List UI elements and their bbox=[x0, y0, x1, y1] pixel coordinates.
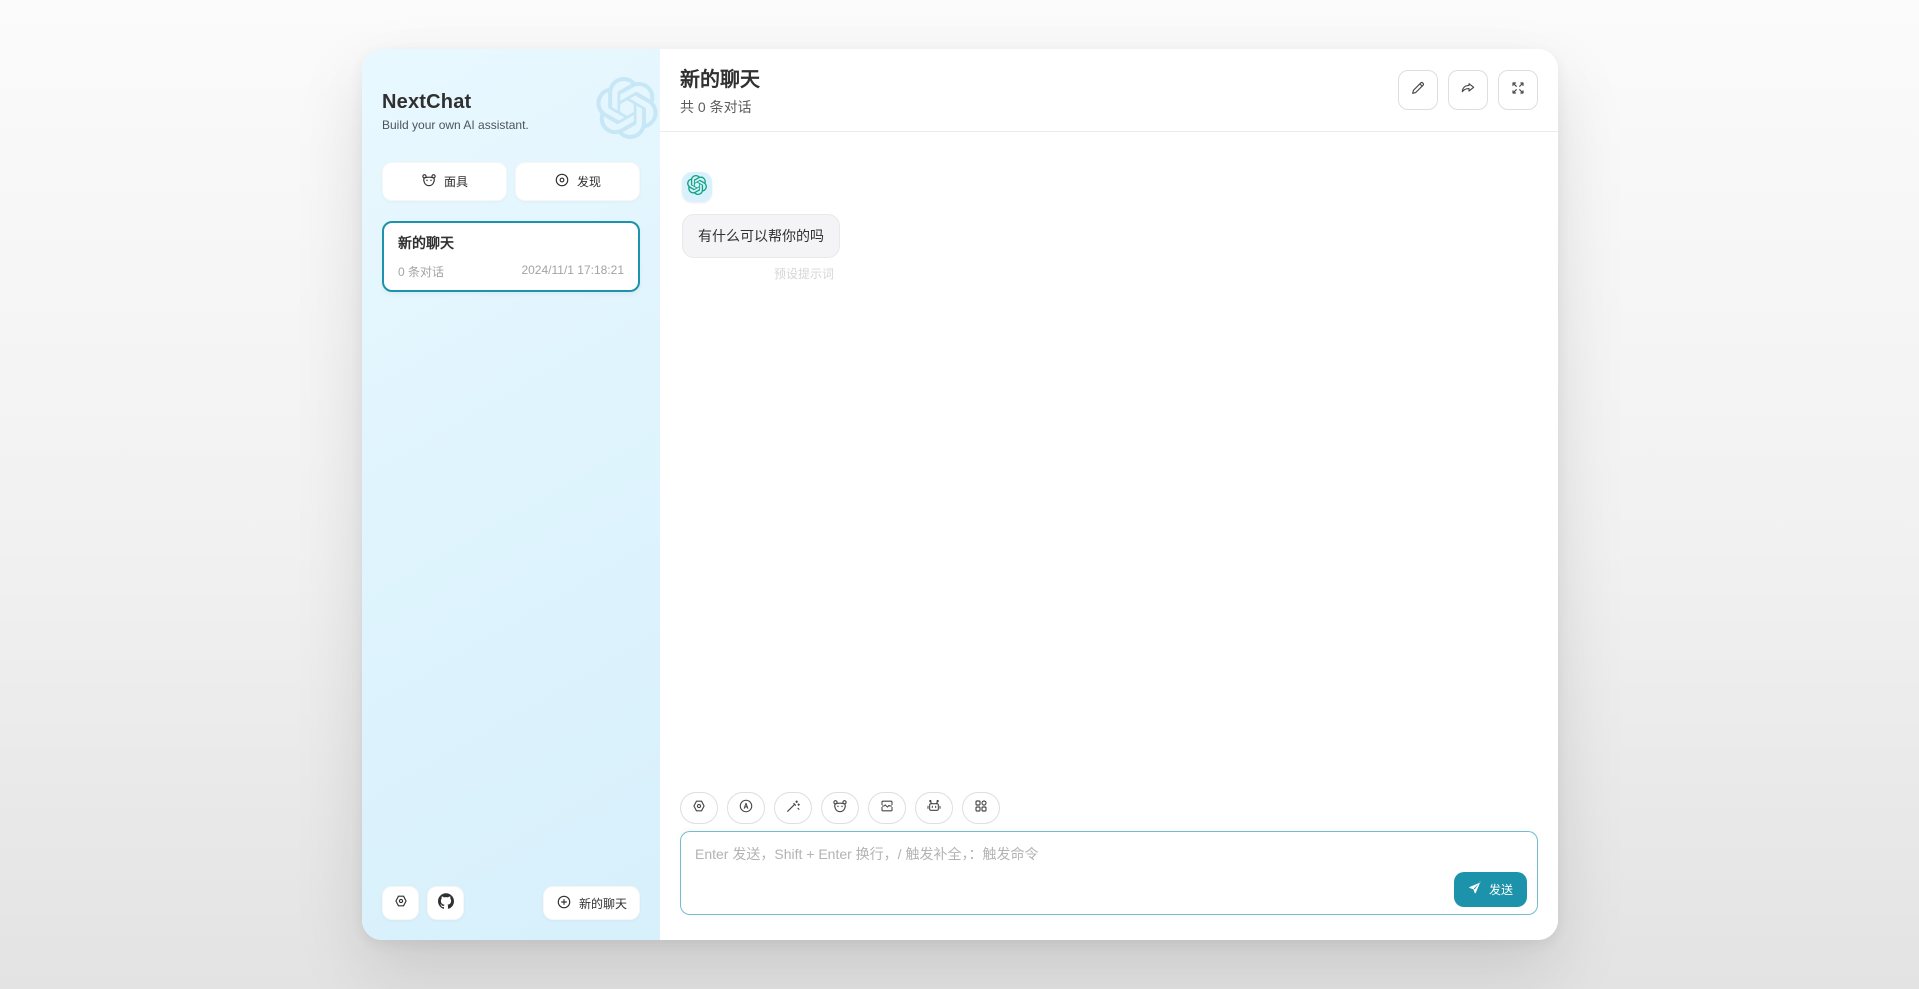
mask-icon bbox=[421, 172, 437, 191]
chat-body: 有什么可以帮你的吗 预设提示词 bbox=[660, 132, 1558, 792]
settings-button[interactable] bbox=[382, 886, 419, 920]
composer-toolbar bbox=[680, 792, 1538, 824]
openai-logo-icon bbox=[687, 175, 707, 200]
plugin-grid-button[interactable] bbox=[962, 792, 1000, 824]
discover-button[interactable]: 发现 bbox=[515, 162, 640, 201]
sidebar-actions: 面具 发现 bbox=[382, 162, 640, 201]
export-icon bbox=[1460, 80, 1476, 101]
rename-button[interactable] bbox=[1398, 70, 1438, 110]
chat-item-count: 0 条对话 bbox=[398, 263, 444, 280]
plugin-grid-icon bbox=[973, 798, 989, 819]
chat-item-title: 新的聊天 bbox=[398, 233, 624, 253]
app-title: NextChat bbox=[382, 91, 640, 114]
settings-icon bbox=[393, 893, 409, 914]
chat-header-actions bbox=[1398, 70, 1538, 110]
github-button[interactable] bbox=[427, 886, 464, 920]
new-chat-button-label: 新的聊天 bbox=[579, 895, 627, 912]
mask-toolbar-button[interactable] bbox=[821, 792, 859, 824]
chat-title[interactable]: 新的聊天 bbox=[680, 63, 760, 92]
github-icon bbox=[438, 893, 454, 914]
chat-list-item-selected[interactable]: 新的聊天 0 条对话 2024/11/1 17:18:21 bbox=[382, 221, 640, 292]
new-chat-button[interactable]: 新的聊天 bbox=[543, 886, 640, 920]
bot-avatar bbox=[682, 172, 712, 202]
mask-button[interactable]: 面具 bbox=[382, 162, 507, 201]
chat-item-timestamp: 2024/11/1 17:18:21 bbox=[521, 263, 624, 280]
send-button[interactable]: 发送 bbox=[1454, 872, 1527, 907]
send-icon bbox=[1468, 881, 1482, 898]
mask-button-label: 面具 bbox=[444, 173, 468, 190]
send-button-label: 发送 bbox=[1489, 881, 1513, 898]
chat-input[interactable] bbox=[680, 831, 1538, 915]
nextchat-window: NextChat Build your own AI assistant. 面具… bbox=[362, 49, 1558, 940]
plus-circle-icon bbox=[556, 894, 572, 913]
discover-icon bbox=[554, 172, 570, 191]
composer: 发送 bbox=[660, 792, 1558, 940]
bot-message: 有什么可以帮你的吗 预设提示词 bbox=[682, 172, 840, 282]
maximize-icon bbox=[1510, 80, 1526, 101]
rename-icon bbox=[1410, 80, 1426, 101]
sidebar-footer: 新的聊天 bbox=[382, 886, 640, 920]
chat-subtitle: 共 0 条对话 bbox=[680, 97, 760, 117]
model-select-button[interactable] bbox=[915, 792, 953, 824]
export-button[interactable] bbox=[1448, 70, 1488, 110]
clear-context-button[interactable] bbox=[868, 792, 906, 824]
chat-header: 新的聊天 共 0 条对话 bbox=[660, 49, 1558, 132]
theme-icon bbox=[738, 798, 754, 819]
mask-icon bbox=[832, 798, 848, 819]
app-subtitle: Build your own AI assistant. bbox=[382, 118, 640, 132]
bot-message-bubble: 有什么可以帮你的吗 bbox=[682, 214, 840, 258]
theme-button[interactable] bbox=[727, 792, 765, 824]
sidebar: NextChat Build your own AI assistant. 面具… bbox=[362, 49, 660, 940]
model-robot-icon bbox=[926, 798, 942, 819]
preset-prompt-hint: 预设提示词 bbox=[774, 265, 840, 282]
chat-settings-icon bbox=[691, 798, 707, 819]
maximize-button[interactable] bbox=[1498, 70, 1538, 110]
chat-settings-button[interactable] bbox=[680, 792, 718, 824]
prompt-wand-button[interactable] bbox=[774, 792, 812, 824]
discover-button-label: 发现 bbox=[577, 173, 601, 190]
prompt-wand-icon bbox=[785, 798, 801, 819]
chat-pane: 新的聊天 共 0 条对话 有什么可以帮你的吗 bbox=[660, 49, 1558, 940]
input-wrap: 发送 bbox=[680, 831, 1538, 920]
clear-context-icon bbox=[879, 798, 895, 819]
